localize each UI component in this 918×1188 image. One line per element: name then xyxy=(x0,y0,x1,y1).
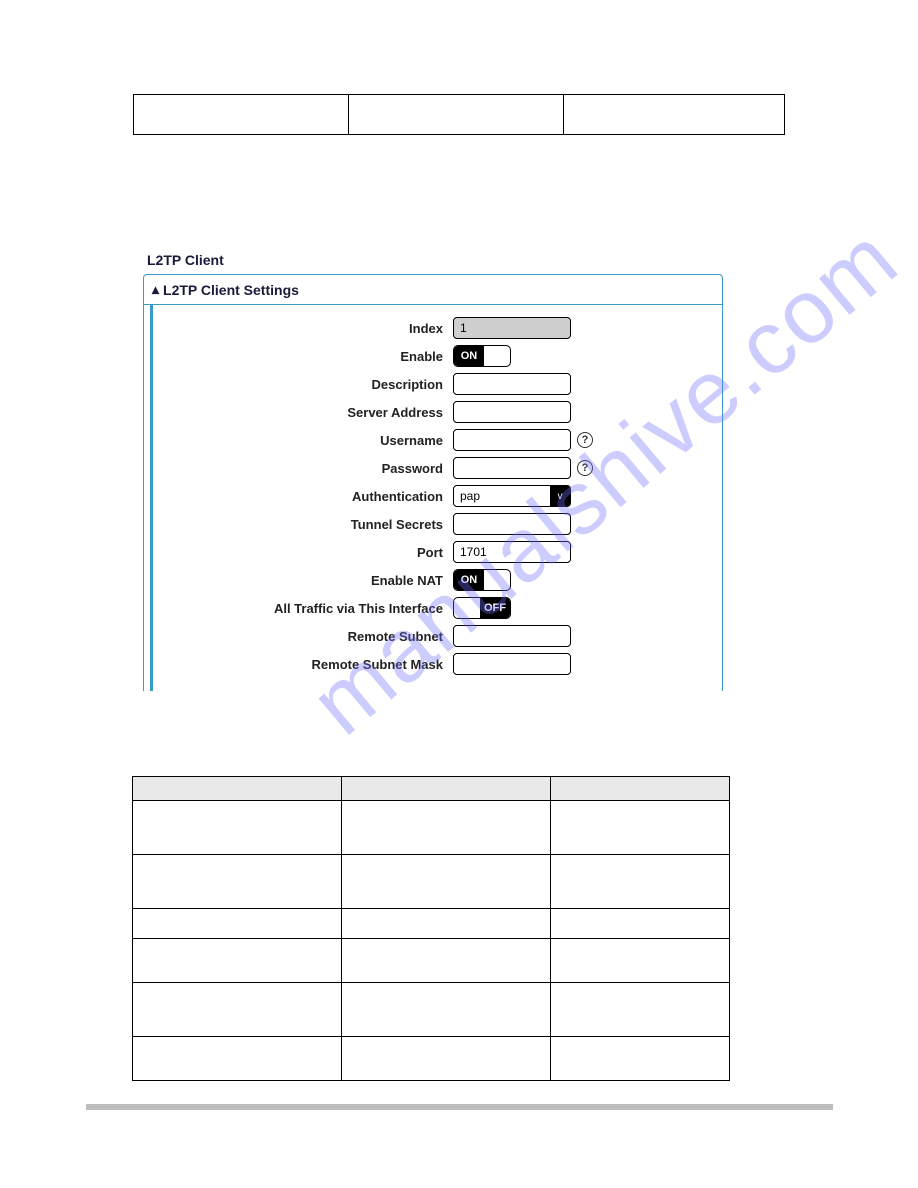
table-row xyxy=(133,1037,730,1081)
row-all-traffic: All Traffic via This Interface OFF xyxy=(153,597,722,619)
help-icon[interactable]: ? xyxy=(577,460,593,476)
label-all-traffic: All Traffic via This Interface xyxy=(153,601,453,616)
row-description: Description xyxy=(153,373,722,395)
label-username: Username xyxy=(153,433,453,448)
port-field[interactable] xyxy=(453,541,571,563)
panel-heading[interactable]: ▴ L2TP Client Settings xyxy=(144,275,722,305)
collapse-icon: ▴ xyxy=(152,281,159,298)
top-empty-row xyxy=(133,94,785,135)
table-row xyxy=(134,95,785,135)
description-field[interactable] xyxy=(453,373,571,395)
table-row xyxy=(133,801,730,855)
row-password: Password ? xyxy=(153,457,722,479)
label-server-address: Server Address xyxy=(153,405,453,420)
table-row xyxy=(133,855,730,909)
panel-heading-label: L2TP Client Settings xyxy=(163,282,299,298)
username-field[interactable] xyxy=(453,429,571,451)
label-password: Password xyxy=(153,461,453,476)
row-port: Port xyxy=(153,541,722,563)
table-row xyxy=(133,983,730,1037)
row-remote-subnet-mask: Remote Subnet Mask xyxy=(153,653,722,675)
remote-subnet-field[interactable] xyxy=(453,625,571,647)
authentication-value: pap xyxy=(454,486,550,506)
label-remote-subnet: Remote Subnet xyxy=(153,629,453,644)
footer-divider xyxy=(86,1104,833,1110)
row-authentication: Authentication pap v xyxy=(153,485,722,507)
label-remote-subnet-mask: Remote Subnet Mask xyxy=(153,657,453,672)
label-index: Index xyxy=(153,321,453,336)
index-field xyxy=(453,317,571,339)
row-tunnel-secrets: Tunnel Secrets xyxy=(153,513,722,535)
enable-nat-toggle[interactable]: ON xyxy=(453,569,511,591)
password-field[interactable] xyxy=(453,457,571,479)
page-title: L2TP Client xyxy=(143,248,723,274)
all-traffic-toggle[interactable]: OFF xyxy=(453,597,511,619)
remote-subnet-mask-field[interactable] xyxy=(453,653,571,675)
row-remote-subnet: Remote Subnet xyxy=(153,625,722,647)
table-row xyxy=(133,939,730,983)
toggle-knob: OFF xyxy=(480,598,510,618)
row-index: Index xyxy=(153,317,722,339)
label-authentication: Authentication xyxy=(153,489,453,504)
toggle-knob: ON xyxy=(454,570,484,590)
label-enable: Enable xyxy=(153,349,453,364)
row-server-address: Server Address xyxy=(153,401,722,423)
row-username: Username ? xyxy=(153,429,722,451)
authentication-select[interactable]: pap v xyxy=(453,485,571,507)
label-port: Port xyxy=(153,545,453,560)
table-row xyxy=(133,909,730,939)
table-header xyxy=(133,777,730,801)
chevron-down-icon: v xyxy=(550,486,570,506)
row-enable-nat: Enable NAT ON xyxy=(153,569,722,591)
server-address-field[interactable] xyxy=(453,401,571,423)
bottom-table xyxy=(132,776,730,1081)
label-description: Description xyxy=(153,377,453,392)
enable-toggle[interactable]: ON xyxy=(453,345,511,367)
toggle-knob: ON xyxy=(454,346,484,366)
row-enable: Enable ON xyxy=(153,345,722,367)
help-icon[interactable]: ? xyxy=(577,432,593,448)
settings-panel: ▴ L2TP Client Settings Index Enable ON D… xyxy=(143,274,723,691)
label-enable-nat: Enable NAT xyxy=(153,573,453,588)
panel-body: Index Enable ON Description xyxy=(150,305,722,691)
settings-panel-container: L2TP Client ▴ L2TP Client Settings Index… xyxy=(143,248,723,691)
tunnel-secrets-field[interactable] xyxy=(453,513,571,535)
label-tunnel-secrets: Tunnel Secrets xyxy=(153,517,453,532)
